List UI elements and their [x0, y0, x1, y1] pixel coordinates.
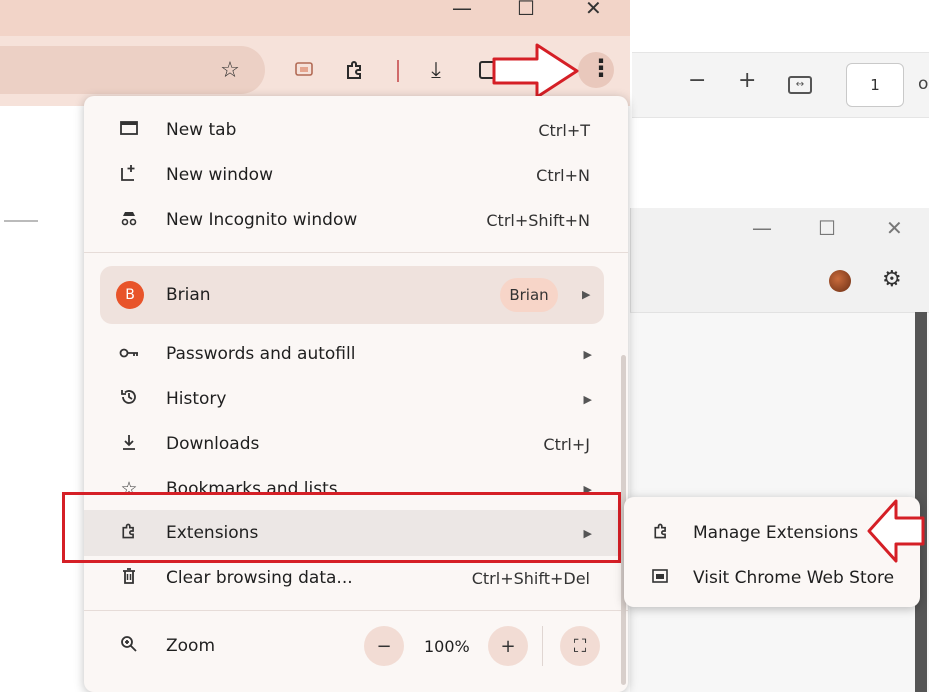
- menu-item-downloads[interactable]: Downloads Ctrl+J: [84, 422, 628, 466]
- browser-titlebar: [0, 0, 630, 36]
- extensions-puzzle-icon: [652, 522, 670, 544]
- menu-item-label: New tab: [166, 120, 237, 140]
- cast-icon[interactable]: [286, 52, 322, 88]
- new-tab-icon: [118, 120, 140, 141]
- menu-item-label: Zoom: [166, 636, 216, 656]
- menu-item-shortcut: Ctrl+J: [543, 434, 590, 454]
- zoom-separator: [542, 626, 543, 666]
- menu-item-history[interactable]: History ▶: [84, 377, 628, 421]
- extensions-puzzle-icon[interactable]: [337, 52, 373, 88]
- menu-item-profile[interactable]: B Brian Brian ▶: [100, 266, 604, 324]
- second-window-minimize[interactable]: —: [752, 216, 772, 240]
- menu-item-new-incognito-window[interactable]: New Incognito window Ctrl+Shift+N: [84, 198, 628, 242]
- menu-item-label: History: [166, 389, 227, 409]
- fullscreen-button[interactable]: ⛶: [560, 626, 600, 666]
- submenu-item-label: Visit Chrome Web Store: [693, 568, 895, 588]
- chevron-right-icon: ▶: [583, 392, 592, 406]
- pdf-zoom-out-button[interactable]: −: [688, 68, 706, 93]
- second-window-close[interactable]: ✕: [886, 216, 903, 240]
- settings-gear-icon[interactable]: ⚙: [882, 267, 902, 292]
- profile-avatar-icon[interactable]: [829, 270, 851, 292]
- zoom-in-button[interactable]: +: [488, 626, 528, 666]
- zoom-magnifier-icon: [118, 635, 140, 658]
- key-icon: [118, 344, 140, 364]
- annotation-arrow-right: [492, 43, 579, 99]
- menu-divider: [84, 252, 628, 253]
- download-icon[interactable]: ⤓: [418, 52, 454, 88]
- menu-item-label: Passwords and autofill: [166, 344, 356, 364]
- menu-item-shortcut: Ctrl+T: [538, 120, 590, 140]
- profile-name: Brian: [166, 285, 211, 305]
- menu-item-new-window[interactable]: New window Ctrl+N: [84, 153, 628, 197]
- menu-item-shortcut: Ctrl+N: [536, 165, 590, 185]
- annotation-arrow-left: [867, 499, 925, 563]
- menu-item-label: New Incognito window: [166, 210, 358, 230]
- annotation-highlight-box: [62, 492, 621, 563]
- menu-item-passwords[interactable]: Passwords and autofill ▶: [84, 332, 628, 376]
- menu-item-shortcut: Ctrl+Shift+Del: [471, 568, 590, 588]
- profile-chip: Brian: [500, 278, 558, 312]
- page-divider-line: [4, 220, 38, 222]
- pdf-partial-text: o: [918, 74, 929, 94]
- pdf-page-number-input[interactable]: 1: [846, 63, 904, 107]
- menu-item-shortcut: Ctrl+Shift+N: [486, 210, 590, 230]
- bookmark-star-icon[interactable]: ☆: [212, 52, 248, 88]
- menu-item-label: Downloads: [166, 434, 260, 454]
- menu-item-label: New window: [166, 165, 273, 185]
- kebab-icon: ⋮: [589, 54, 613, 82]
- maximize-button[interactable]: ☐: [517, 0, 535, 20]
- zoom-out-button[interactable]: −: [364, 626, 404, 666]
- close-button[interactable]: ✕: [585, 0, 602, 20]
- zoom-level: 100%: [424, 637, 470, 656]
- history-icon: [118, 388, 140, 411]
- download-icon: [118, 433, 140, 456]
- menu-item-label: Clear browsing data...: [166, 568, 353, 588]
- second-window-maximize[interactable]: ☐: [818, 216, 836, 240]
- pdf-fit-width-icon[interactable]: ↔: [788, 76, 812, 94]
- chrome-main-menu: New tab Ctrl+T New window Ctrl+N New Inc…: [84, 96, 628, 692]
- incognito-icon: [118, 210, 140, 231]
- menu-divider: [84, 610, 628, 611]
- menu-item-zoom: Zoom: [84, 624, 628, 668]
- chevron-right-icon: ▶: [583, 347, 592, 361]
- menu-item-new-tab[interactable]: New tab Ctrl+T: [84, 108, 628, 152]
- trash-icon: [118, 567, 140, 590]
- chevron-right-icon: ▶: [582, 288, 591, 301]
- web-store-icon: [652, 568, 668, 588]
- minimize-button[interactable]: —: [452, 0, 472, 20]
- pdf-top-area: [632, 0, 929, 52]
- toolbar-separator: [397, 60, 399, 82]
- profile-avatar: B: [116, 281, 144, 309]
- new-window-icon: [118, 164, 140, 187]
- submenu-item-label: Manage Extensions: [693, 523, 859, 543]
- pdf-zoom-in-button[interactable]: +: [738, 68, 756, 93]
